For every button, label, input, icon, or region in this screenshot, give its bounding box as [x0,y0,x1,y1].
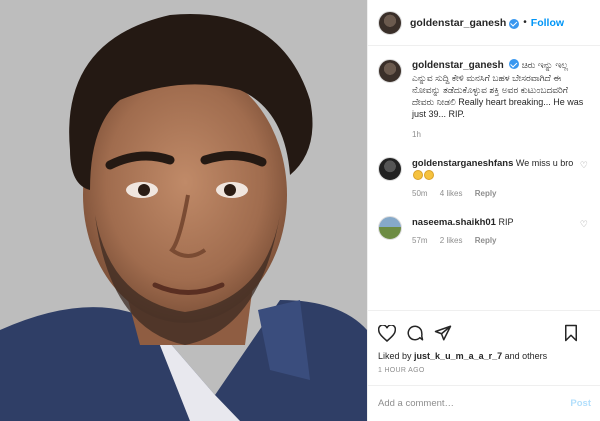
comment-avatar[interactable] [378,157,402,181]
comment-time[interactable]: 57m [412,236,428,245]
follow-button[interactable]: Follow [531,17,564,29]
comments-list[interactable]: goldenstar_ganesh ಚಿರು ಇನ್ನು ಇಲ್ಲ ಎನ್ನುವ… [368,46,600,309]
caption-avatar[interactable] [378,59,402,83]
comment-text: RIP [498,217,514,227]
comment-username[interactable]: naseema.shaikh01 [412,217,496,228]
share-paper-plane-icon[interactable] [434,322,462,344]
comment-time[interactable]: 50m [412,189,428,198]
liked-by-user[interactable]: just_k_u_m_a_a_r_7 [414,351,502,361]
post-actions: Liked by just_k_u_m_a_a_r_7 and others 1… [368,310,600,374]
liked-by-suffix[interactable]: and others [505,351,548,361]
crying-emoji-icon [413,170,423,180]
post-caption: goldenstar_ganesh ಚಿರು ಇನ್ನು ಇಲ್ಲ ಎನ್ನುವ… [378,58,590,139]
comment-likes[interactable]: 4 likes [440,189,463,198]
crying-emoji-icon [424,170,434,180]
post-photo[interactable] [0,0,367,421]
comment-likes[interactable]: 2 likes [440,236,463,245]
comment-username[interactable]: goldenstarganeshfans [412,158,513,169]
like-heart-icon[interactable] [378,322,406,344]
separator-dot: • [523,17,527,28]
post-header: goldenstar_ganesh • Follow [368,0,600,46]
caption-time[interactable]: 1h [412,130,590,139]
post-comment-button[interactable]: Post [570,398,591,409]
liked-by-prefix: Liked by [378,351,412,361]
save-bookmark-icon[interactable] [563,322,591,344]
like-comment-heart-icon[interactable]: ♡ [580,160,588,171]
comment-composer: Post [368,385,600,421]
like-comment-heart-icon[interactable]: ♡ [580,219,588,230]
liked-by-text: Liked by just_k_u_m_a_a_r_7 and others [378,351,591,361]
portrait-image [0,0,367,421]
author-avatar[interactable] [378,10,402,35]
add-comment-input[interactable] [378,398,571,409]
reply-button[interactable]: Reply [475,236,497,245]
comment-avatar[interactable] [378,216,402,240]
caption-verified-badge-icon [509,59,520,69]
verified-badge-icon [509,18,520,29]
author-username[interactable]: goldenstar_ganesh [410,17,506,29]
comment-item: naseema.shaikh01 RIP 57m 2 likes Reply ♡ [378,216,590,245]
comment-text: We miss u bro [515,158,574,168]
post-side-panel: goldenstar_ganesh • Follow goldenstar_ga… [367,0,600,421]
comment-bubble-icon[interactable] [406,322,434,344]
reply-button[interactable]: Reply [475,189,497,198]
comment-item: goldenstarganeshfans We miss u bro 50m 4… [378,157,590,198]
post-time-ago[interactable]: 1 HOUR AGO [378,367,591,374]
caption-username[interactable]: goldenstar_ganesh [412,60,504,71]
